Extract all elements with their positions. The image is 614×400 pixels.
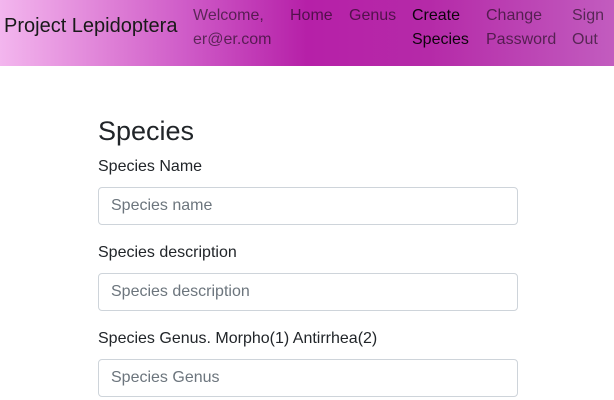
nav-change-label-line2: Password [486, 31, 557, 48]
welcome-text: Welcome, er@er.com [193, 4, 271, 52]
nav-genus-label: Genus [349, 7, 397, 24]
nav-change-password-link[interactable]: Change Password [486, 4, 556, 52]
nav-signout-label-line1: Sign [572, 7, 605, 24]
species-description-label: Species description [98, 244, 237, 261]
nav-change-label-line1: Change [486, 7, 543, 24]
nav-create-label-line1: Create [412, 7, 461, 24]
nav-genus-link[interactable]: Genus [349, 4, 396, 28]
nav-create-label-line2: Species [412, 31, 469, 48]
brand-link[interactable]: Project Lepidoptera [4, 14, 177, 38]
nav-home-link[interactable]: Home [290, 4, 333, 28]
welcome-label: Welcome, [193, 7, 264, 24]
navbar: Project Lepidoptera Welcome, er@er.com H… [0, 0, 614, 66]
page-title: Species [98, 116, 195, 146]
species-name-label: Species Name [98, 158, 203, 175]
species-genus-input[interactable] [98, 359, 518, 397]
species-description-input[interactable] [98, 273, 518, 311]
nav-create-species-link[interactable]: Create Species [412, 4, 469, 52]
nav-home-label: Home [290, 7, 333, 24]
nav-signout-label-line2: Out [572, 31, 598, 48]
nav-sign-out-link[interactable]: Sign Out [572, 4, 604, 52]
user-email: er@er.com [193, 31, 272, 48]
species-genus-label: Species Genus. Morpho(1) Antirrhea(2) [98, 330, 378, 347]
species-name-input[interactable] [98, 187, 518, 225]
